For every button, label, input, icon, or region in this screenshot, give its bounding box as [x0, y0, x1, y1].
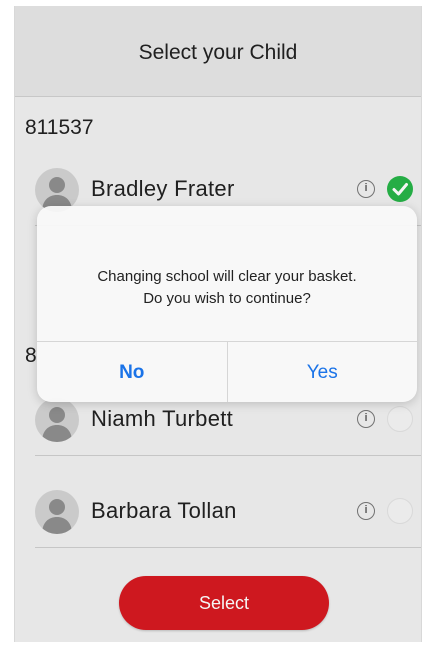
- dialog-message-line1: Changing school will clear your basket.: [97, 268, 357, 285]
- yes-button[interactable]: Yes: [228, 342, 418, 402]
- no-button[interactable]: No: [37, 342, 228, 402]
- app-screen: Select your Child 811537 Bradley Frater …: [14, 6, 422, 642]
- dialog-actions: No Yes: [37, 341, 417, 402]
- dialog-message-line2: Do you wish to continue?: [143, 290, 311, 307]
- dialog-message: Changing school will clear your basket. …: [37, 266, 417, 310]
- confirm-dialog: Changing school will clear your basket. …: [37, 206, 417, 402]
